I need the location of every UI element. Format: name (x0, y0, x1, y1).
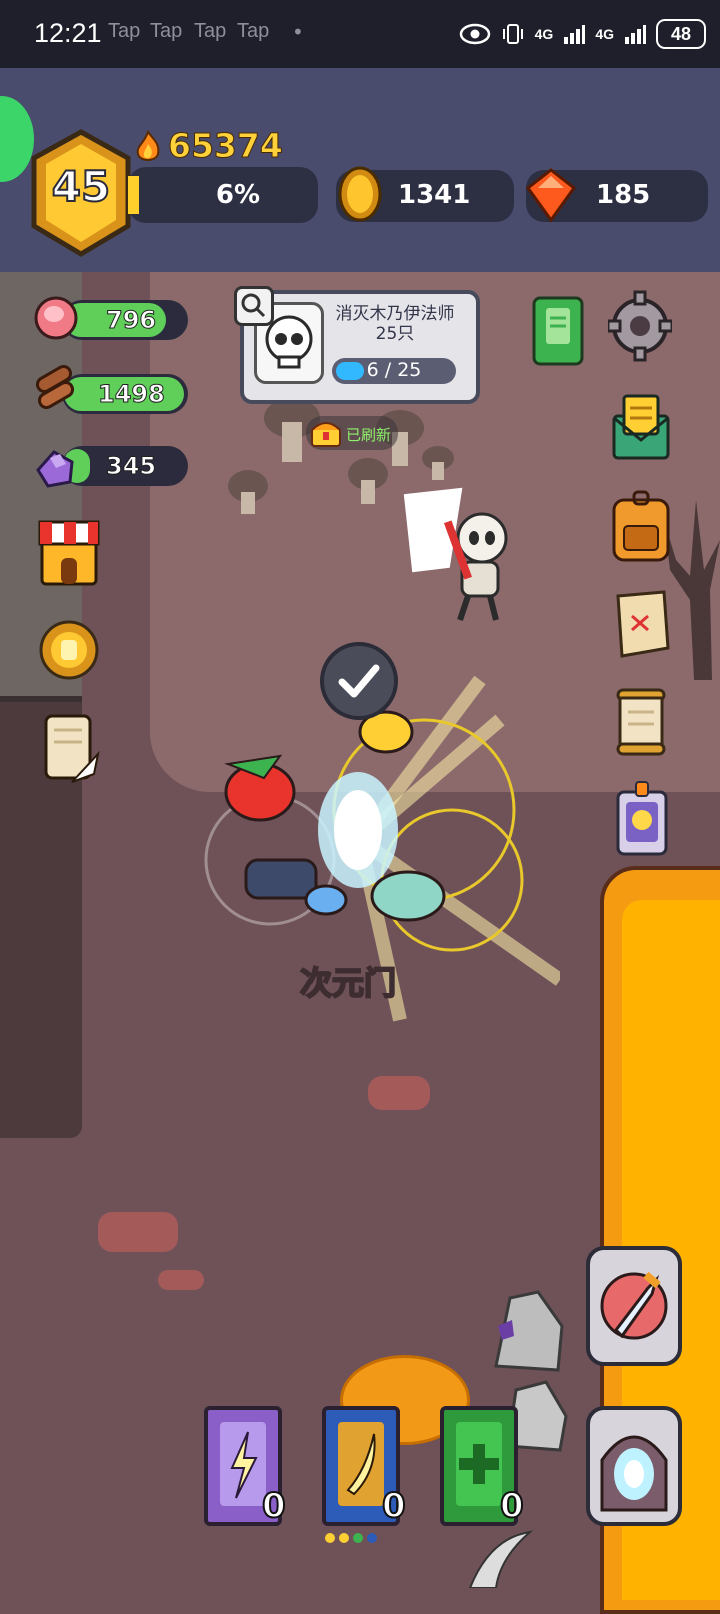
meat-icon (34, 296, 78, 340)
quest-scroll-icon[interactable] (608, 682, 674, 764)
tap-label: Tap (108, 20, 141, 42)
backpack-icon[interactable] (608, 488, 674, 566)
rock (158, 1270, 204, 1290)
gold-coin-icon (338, 166, 382, 222)
green-book-icon[interactable] (530, 294, 586, 368)
clock: 12:21 (34, 18, 102, 48)
skull-card-icon[interactable] (612, 778, 672, 860)
status-icons: 4G 4G 48 (459, 16, 706, 52)
portal-button[interactable] (586, 1406, 682, 1526)
eye-icon (459, 23, 490, 45)
settings-gear-icon[interactable] (608, 290, 672, 362)
auto-battle-button[interactable] (586, 1246, 682, 1366)
notification-dot: • (292, 20, 304, 44)
battery-level: 48 (670, 23, 692, 44)
rock (98, 1212, 178, 1252)
shop-icon[interactable] (36, 512, 102, 590)
red-gem-icon (525, 168, 577, 223)
tap-label: Tap (150, 20, 183, 42)
scroll-quill-icon[interactable] (36, 706, 102, 790)
skeleton-enemy (403, 487, 508, 621)
battery-indicator: 48 (656, 19, 706, 49)
quest-search-button[interactable] (234, 286, 274, 326)
checkmark-icon (338, 664, 380, 698)
wood-log-icon (35, 365, 75, 409)
magnifier-icon (241, 293, 266, 318)
bottom-creatures (325, 1530, 534, 1588)
signal-icon (564, 25, 586, 44)
wood-amount: 1498 (98, 380, 166, 409)
mail-icon[interactable] (608, 390, 674, 466)
book-count: 0 (381, 1485, 407, 1527)
xp-percent: 6% (215, 180, 261, 210)
network-type: 4G (595, 26, 614, 42)
purple-ore-icon (36, 450, 74, 488)
tap-label: Tap (237, 20, 270, 42)
portal-gate-icon (600, 1435, 668, 1512)
tap-label: Tap (194, 20, 227, 42)
dimension-gate-label: 次元门 (299, 963, 397, 1003)
squad-selected-badge[interactable] (320, 642, 398, 720)
vibrate-icon (502, 24, 523, 44)
book-count: 0 (499, 1485, 525, 1527)
ore-amount: 345 (105, 452, 157, 481)
network-type: 4G (534, 26, 554, 42)
status-bar: 12:21 Tap Tap Tap Tap • 4G 4G 48 (0, 0, 720, 68)
gold-amount: 1341 (398, 180, 471, 210)
guild-emblem-icon[interactable] (36, 610, 102, 690)
sword-swap-icon (600, 1271, 668, 1340)
gem-amount: 185 (596, 180, 651, 210)
signal-icon (625, 25, 646, 44)
combat-power: 65374 (168, 126, 284, 166)
meat-amount: 796 (105, 306, 157, 335)
refresh-status: 已刷新 (346, 426, 392, 444)
quest-title: 消灭木乃伊法师25只 (335, 304, 455, 344)
book-count: 0 (261, 1485, 287, 1527)
quest-progress-label: 6 / 25 (366, 359, 422, 381)
flame-icon (136, 130, 160, 161)
treasure-chest-icon (311, 422, 341, 447)
player-level: 45 (51, 161, 111, 212)
rock (368, 1076, 430, 1110)
treasure-map-icon[interactable] (608, 586, 674, 662)
